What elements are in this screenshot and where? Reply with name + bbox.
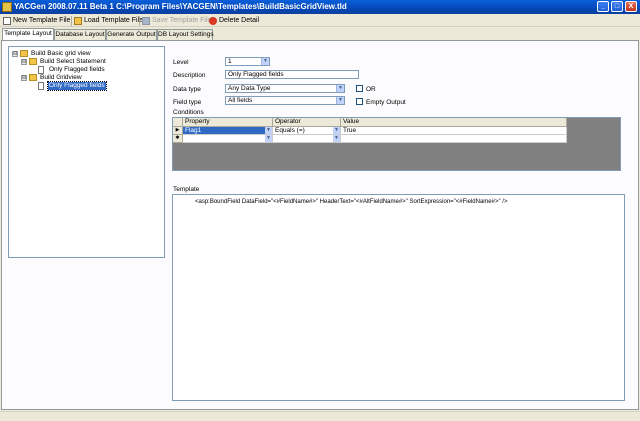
open-folder-icon xyxy=(74,17,82,25)
status-bar xyxy=(0,411,640,421)
tab-database-layout[interactable]: Database Layout xyxy=(54,29,106,40)
save-template-button[interactable]: Save Template File xyxy=(142,16,211,26)
delete-detail-label: Delete Detail xyxy=(219,17,260,24)
tree-node-only-flagged-fields-select[interactable]: Only Flagged fields xyxy=(30,66,160,74)
empty-output-label: Empty Output xyxy=(366,99,406,106)
load-template-button[interactable]: Load Template File xyxy=(74,16,143,26)
tab-template-layout[interactable]: Template Layout xyxy=(2,28,54,40)
delete-detail-button[interactable]: Delete Detail xyxy=(209,16,259,26)
delete-icon xyxy=(209,17,217,25)
chevron-down-icon[interactable]: ▼ xyxy=(261,58,269,65)
description-label: Description xyxy=(173,72,206,79)
chevron-down-icon[interactable]: ▼ xyxy=(265,135,272,142)
chevron-down-icon[interactable]: ▼ xyxy=(265,127,272,134)
operator-value: Equals (=) xyxy=(275,127,305,134)
window-title: YACGen 2008.07.11 Beta 1 C:\Program File… xyxy=(14,2,347,11)
tree-node-label: Only Flagged fields xyxy=(49,66,105,73)
title-bar: YACGen 2008.07.11 Beta 1 C:\Program File… xyxy=(0,0,640,14)
template-tree[interactable]: ⊟ Build Basic grid view ⊟ Build Select S… xyxy=(8,46,165,258)
chevron-down-icon[interactable]: ▼ xyxy=(333,127,340,134)
folder-icon xyxy=(20,50,28,57)
datatype-value: Any Data Type xyxy=(228,85,271,92)
close-button[interactable]: X xyxy=(625,1,637,12)
condition-operator-cell[interactable]: Equals (=) ▼ xyxy=(273,127,341,135)
tab-strip: Template Layout Database Layout Generate… xyxy=(0,28,640,40)
level-value: 1 xyxy=(228,58,232,65)
toolbar: New Template File Load Template File Sav… xyxy=(0,14,640,27)
toolbar-separator xyxy=(71,16,72,26)
chevron-down-icon[interactable]: ▼ xyxy=(336,85,344,92)
fieldtype-select[interactable]: All fields ▼ xyxy=(225,96,345,105)
save-icon xyxy=(142,17,150,25)
tree-node-build-basic-grid-view[interactable]: ⊟ Build Basic grid view xyxy=(12,50,162,58)
fieldtype-value: All fields xyxy=(228,97,253,104)
column-header-operator[interactable]: Operator xyxy=(273,118,341,127)
template-label: Template xyxy=(173,186,200,193)
collapse-icon[interactable]: ⊟ xyxy=(21,59,27,65)
or-label: OR xyxy=(366,86,376,93)
new-operator-cell[interactable]: ▼ xyxy=(273,135,341,143)
app-icon xyxy=(2,2,12,12)
folder-icon xyxy=(29,74,37,81)
new-value-cell[interactable] xyxy=(341,135,567,143)
fieldtype-label: Field type xyxy=(173,99,202,106)
collapse-icon[interactable]: ⊟ xyxy=(12,51,18,57)
chevron-down-icon[interactable]: ▼ xyxy=(336,97,344,104)
new-property-cell[interactable]: ▼ xyxy=(183,135,273,143)
row-selector-new[interactable]: ✱ xyxy=(173,135,183,143)
chevron-down-icon[interactable]: ▼ xyxy=(333,135,340,142)
or-checkbox[interactable] xyxy=(356,85,363,92)
level-label: Level xyxy=(173,59,189,66)
folder-icon xyxy=(29,58,37,65)
tree-node-build-select-statement[interactable]: ⊟ Build Select Statement xyxy=(21,58,161,66)
template-editor[interactable]: <asp:BoundField DataField="<#FieldName#>… xyxy=(172,194,625,401)
new-file-icon xyxy=(3,17,11,25)
tab-generate-output[interactable]: Generate Output xyxy=(106,29,157,40)
row-selector-current[interactable]: ▶ xyxy=(173,127,183,135)
level-select[interactable]: 1 ▼ xyxy=(225,57,270,66)
document-icon xyxy=(38,66,44,74)
document-icon xyxy=(38,82,44,90)
new-template-button[interactable]: New Template File xyxy=(3,16,70,26)
column-header-property[interactable]: Property xyxy=(183,118,273,127)
minimize-button[interactable]: _ xyxy=(597,1,609,12)
template-text: <asp:BoundField DataField="<#FieldName#>… xyxy=(195,199,508,205)
tree-node-label: Build Gridview xyxy=(40,74,82,81)
tree-node-label: Build Basic grid view xyxy=(31,50,91,57)
tree-node-label: Build Select Statement xyxy=(40,58,106,65)
condition-property-cell[interactable]: Flag1 ▼ xyxy=(183,127,273,135)
tree-node-only-flagged-fields-gridview[interactable]: Only Flagged fields xyxy=(30,81,160,91)
grid-corner xyxy=(173,118,183,127)
collapse-icon[interactable]: ⊟ xyxy=(21,75,27,81)
load-template-label: Load Template File xyxy=(84,17,144,24)
column-header-value[interactable]: Value xyxy=(341,118,567,127)
new-template-label: New Template File xyxy=(13,17,71,24)
description-input[interactable]: Only Flagged fields xyxy=(225,70,359,79)
tree-node-label: Only Flagged fields xyxy=(47,81,107,91)
datatype-select[interactable]: Any Data Type ▼ xyxy=(225,84,345,93)
conditions-grid[interactable]: Property Operator Value ▶ Flag1 ▼ Equals… xyxy=(172,117,621,171)
conditions-label: Conditions xyxy=(173,109,204,116)
toolbar-separator xyxy=(139,16,140,26)
maximize-button[interactable]: □ xyxy=(611,1,623,12)
property-value: Flag1 xyxy=(185,127,202,134)
condition-value-cell[interactable]: True xyxy=(341,127,567,135)
save-template-label: Save Template File xyxy=(152,17,212,24)
tree-node-build-gridview[interactable]: ⊟ Build Gridview xyxy=(21,74,161,82)
tab-db-layout-settings[interactable]: DB Layout Settings xyxy=(157,29,214,40)
empty-output-checkbox[interactable] xyxy=(356,98,363,105)
datatype-label: Data type xyxy=(173,86,201,93)
